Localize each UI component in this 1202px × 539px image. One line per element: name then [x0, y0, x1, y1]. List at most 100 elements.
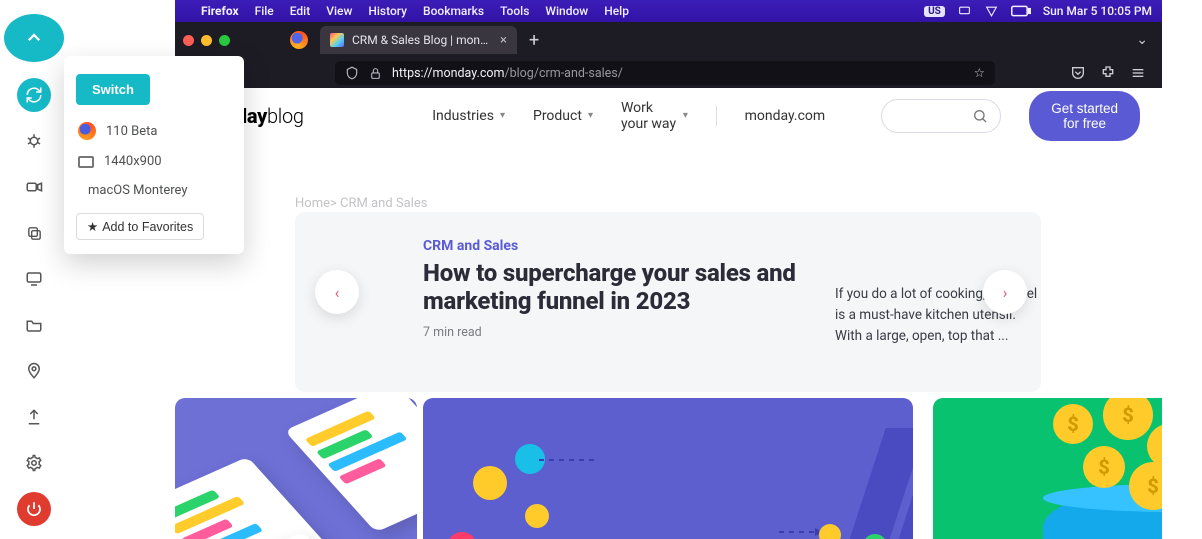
firefox-icon: [78, 122, 96, 140]
display-icon: [78, 156, 94, 168]
menu-edit[interactable]: Edit: [290, 4, 310, 18]
window-controls: [183, 35, 230, 46]
breadcrumb-category[interactable]: CRM and Sales: [340, 196, 427, 211]
menu-view[interactable]: View: [326, 4, 352, 18]
upload-icon: [25, 408, 43, 426]
nav-divider: [716, 106, 717, 126]
breadcrumb: Home> CRM and Sales: [295, 196, 427, 211]
copy-icon: [26, 225, 43, 242]
resolution-row[interactable]: 1440x900: [76, 147, 232, 176]
switch-popover: Switch 110 Beta 1440x900 macOS Monterey …: [64, 56, 244, 254]
url-text: https://monday.com/blog/crm-and-sales/: [392, 66, 623, 81]
location-pin-icon: [25, 362, 43, 380]
address-bar[interactable]: https://monday.com/blog/crm-and-sales/ ☆: [335, 61, 995, 85]
menu-file[interactable]: File: [255, 4, 274, 18]
nav-product[interactable]: Product▾: [533, 108, 593, 124]
power-icon: [25, 500, 43, 518]
resolution-label: 1440x900: [104, 154, 162, 169]
new-tab-button[interactable]: +: [517, 30, 551, 51]
menu-window[interactable]: Window: [545, 4, 588, 18]
chevron-down-icon: ▾: [683, 110, 688, 121]
control-center-icon[interactable]: [957, 5, 972, 18]
hero-next-button[interactable]: ›: [983, 270, 1027, 314]
save-pocket-icon[interactable]: [1070, 65, 1086, 81]
chevron-up-icon: [25, 29, 43, 47]
monitor-icon: [25, 270, 43, 288]
end-session-button[interactable]: [17, 492, 51, 526]
os-row[interactable]: macOS Monterey: [76, 176, 232, 205]
dashed-arrow-icon: [539, 454, 819, 539]
close-window-button[interactable]: [183, 35, 194, 46]
minimize-window-button[interactable]: [201, 35, 212, 46]
firefox-logo-icon: [290, 31, 308, 49]
nav-industries[interactable]: Industries▾: [432, 108, 505, 124]
chevron-down-icon: ▾: [588, 110, 593, 121]
nav-monday-link[interactable]: monday.com: [745, 108, 826, 124]
maximize-window-button[interactable]: [219, 35, 230, 46]
extensions-icon[interactable]: [1100, 65, 1116, 81]
upload-button[interactable]: [17, 400, 51, 434]
gear-icon: [25, 454, 43, 472]
video-icon: [25, 178, 43, 196]
tab-title: CRM & Sales Blog | monday.com: [352, 33, 492, 47]
screen-button[interactable]: [17, 262, 51, 296]
add-favorite-button[interactable]: ★ Add to Favorites: [76, 213, 204, 240]
browser-tab[interactable]: CRM & Sales Blog | monday.com ×: [320, 26, 517, 54]
favorites-label: Add to Favorites: [102, 220, 193, 234]
article-tile-1[interactable]: [175, 398, 417, 539]
menubar-app[interactable]: Firefox: [201, 4, 239, 18]
hero-title[interactable]: How to supercharge your sales and market…: [423, 260, 821, 315]
testing-sidebar: [0, 0, 68, 539]
record-button[interactable]: [17, 170, 51, 204]
browser-tabbar: CRM & Sales Blog | monday.com × + ⌄: [175, 22, 1162, 58]
remote-browser-frame: Firefox File Edit View History Bookmarks…: [175, 0, 1162, 539]
browser-urlbar: https://monday.com/blog/crm-and-sales/ ☆: [175, 58, 1162, 88]
wifi-status-icon[interactable]: [984, 5, 999, 18]
menubar-clock[interactable]: Sun Mar 5 10:05 PM: [1043, 4, 1152, 18]
location-button[interactable]: [17, 354, 51, 388]
hero-readtime: 7 min read: [423, 325, 821, 340]
os-label: macOS Monterey: [88, 183, 188, 198]
browser-row[interactable]: 110 Beta: [76, 115, 232, 147]
breadcrumb-home[interactable]: Home: [295, 196, 330, 211]
collapse-fab[interactable]: [4, 14, 64, 62]
lock-icon: [369, 67, 382, 80]
article-tile-2[interactable]: [423, 398, 913, 539]
get-started-button[interactable]: Get started for free: [1029, 91, 1140, 141]
bookmark-star-button[interactable]: ☆: [974, 65, 985, 81]
hero-category[interactable]: CRM and Sales: [423, 238, 821, 254]
bug-button[interactable]: [17, 124, 51, 158]
bug-icon: [25, 132, 43, 150]
macos-menubar: Firefox File Edit View History Bookmarks…: [175, 0, 1162, 22]
chevron-down-icon: ▾: [500, 110, 505, 121]
folder-icon: [25, 316, 43, 334]
menu-history[interactable]: History: [368, 4, 407, 18]
tab-favicon-icon: [330, 33, 344, 47]
app-menu-icon[interactable]: [1130, 65, 1146, 81]
hero-card: CRM and Sales How to supercharge your sa…: [295, 212, 1041, 392]
hero-prev-button[interactable]: ‹: [315, 270, 359, 314]
settings-button[interactable]: [17, 446, 51, 480]
article-tile-3[interactable]: $ $ $ $ $: [933, 398, 1162, 539]
browser-label: 110 Beta: [106, 124, 157, 139]
shield-icon: [345, 66, 359, 80]
tile-illustration: [175, 398, 417, 539]
tabs-overflow-button[interactable]: ⌄: [1136, 32, 1148, 48]
tab-close-button[interactable]: ×: [500, 33, 507, 48]
search-input[interactable]: [881, 99, 1001, 133]
switch-button[interactable]: Switch: [76, 74, 150, 105]
copy-button[interactable]: [17, 216, 51, 250]
star-icon: ★: [87, 219, 98, 234]
menu-bookmarks[interactable]: Bookmarks: [423, 4, 484, 18]
menu-help[interactable]: Help: [604, 4, 629, 18]
site-navbar: mondayblog Industries▾ Product▾ Work you…: [175, 88, 1162, 144]
folder-button[interactable]: [17, 308, 51, 342]
search-icon: [972, 108, 988, 124]
sync-icon: [25, 86, 43, 104]
battery-status-icon[interactable]: [1011, 5, 1031, 17]
page-viewport: mondayblog Industries▾ Product▾ Work you…: [175, 88, 1162, 539]
input-locale-badge[interactable]: US: [924, 6, 945, 17]
nav-work-your-way[interactable]: Work your way▾: [621, 100, 688, 132]
switch-device-button[interactable]: [17, 78, 51, 112]
menu-tools[interactable]: Tools: [500, 4, 529, 18]
